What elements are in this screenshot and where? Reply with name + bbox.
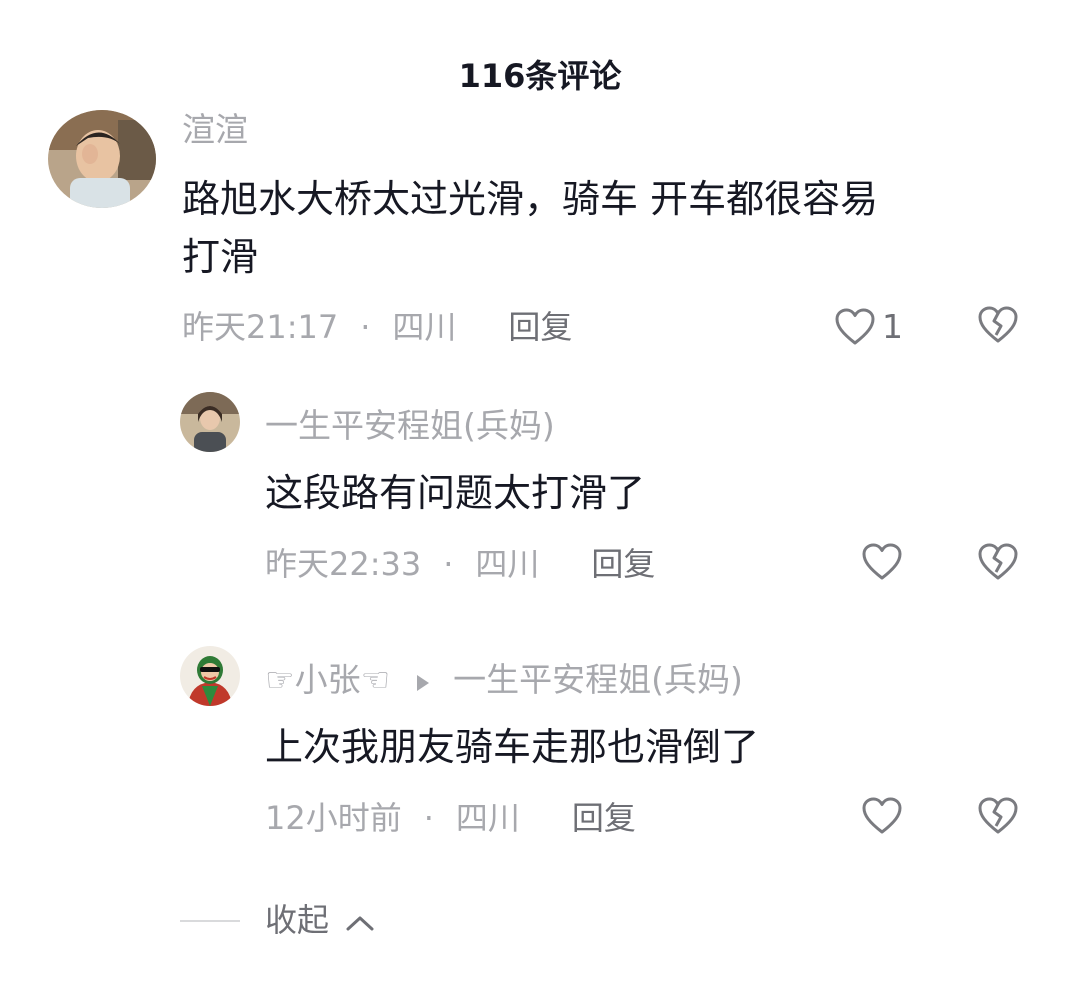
like-button[interactable] [861,542,903,582]
avatar[interactable] [48,110,156,208]
reply-text: 这段路有问题太打滑了 [265,471,646,515]
dislike-button[interactable] [977,305,1019,345]
meta-separator: · [360,308,371,346]
comment-location: 四川 [392,308,457,346]
reply-location: 四川 [475,545,540,583]
broken-heart-icon [977,796,1019,836]
comment-text-line: 路旭水大桥太过光滑，骑车 开车都很容易 [182,177,879,221]
meta-separator: · [423,799,434,837]
reply-text: 上次我朋友骑车走那也滑倒了 [265,725,760,769]
triangle-right-icon [415,660,431,704]
reply-time: 12小时前 [265,799,402,837]
reply-button[interactable]: 回复 [591,545,655,583]
avatar[interactable] [180,646,240,706]
reply-to-username[interactable]: 一生平安程姐(兵妈) [453,660,743,699]
reply-username-line: ☞小张☜ 一生平安程姐(兵妈) [265,658,743,704]
comment-text-line: 打滑 [182,235,259,279]
reply-time: 昨天22:33 [265,545,422,583]
like-count: 1 [882,307,903,346]
like-button[interactable]: 1 [834,305,903,349]
avatar[interactable] [180,392,240,452]
comments-count-title: 116条评论 [458,57,622,95]
comment-meta: 昨天21:17 · 四川 回复 [182,305,572,349]
reply-meta: 昨天22:33 · 四川 回复 [265,542,655,586]
reply-button[interactable]: 回复 [572,799,636,837]
collapse-divider [180,920,240,922]
reply-username[interactable]: ☞小张☜ [265,660,390,699]
comment-username[interactable]: 渲渲 [182,108,248,152]
heart-outline-icon [834,307,876,347]
heart-outline-icon [861,796,903,836]
broken-heart-icon [977,542,1019,582]
collapse-label: 收起 [265,901,330,939]
reply-username[interactable]: 一生平安程姐(兵妈) [265,404,555,448]
broken-heart-icon [977,305,1019,345]
reply-meta: 12小时前 · 四川 回复 [265,796,636,840]
comment-text: 路旭水大桥太过光滑，骑车 开车都很容易 打滑 [182,170,1022,286]
like-button[interactable] [861,796,903,836]
collapse-button[interactable]: 收起 [265,898,375,944]
heart-outline-icon [861,542,903,582]
dislike-button[interactable] [977,796,1019,836]
meta-separator: · [443,545,454,583]
reply-button[interactable]: 回复 [508,308,572,346]
chevron-up-icon [345,900,375,944]
reply-location: 四川 [455,799,520,837]
dislike-button[interactable] [977,542,1019,582]
comment-time: 昨天21:17 [182,308,339,346]
